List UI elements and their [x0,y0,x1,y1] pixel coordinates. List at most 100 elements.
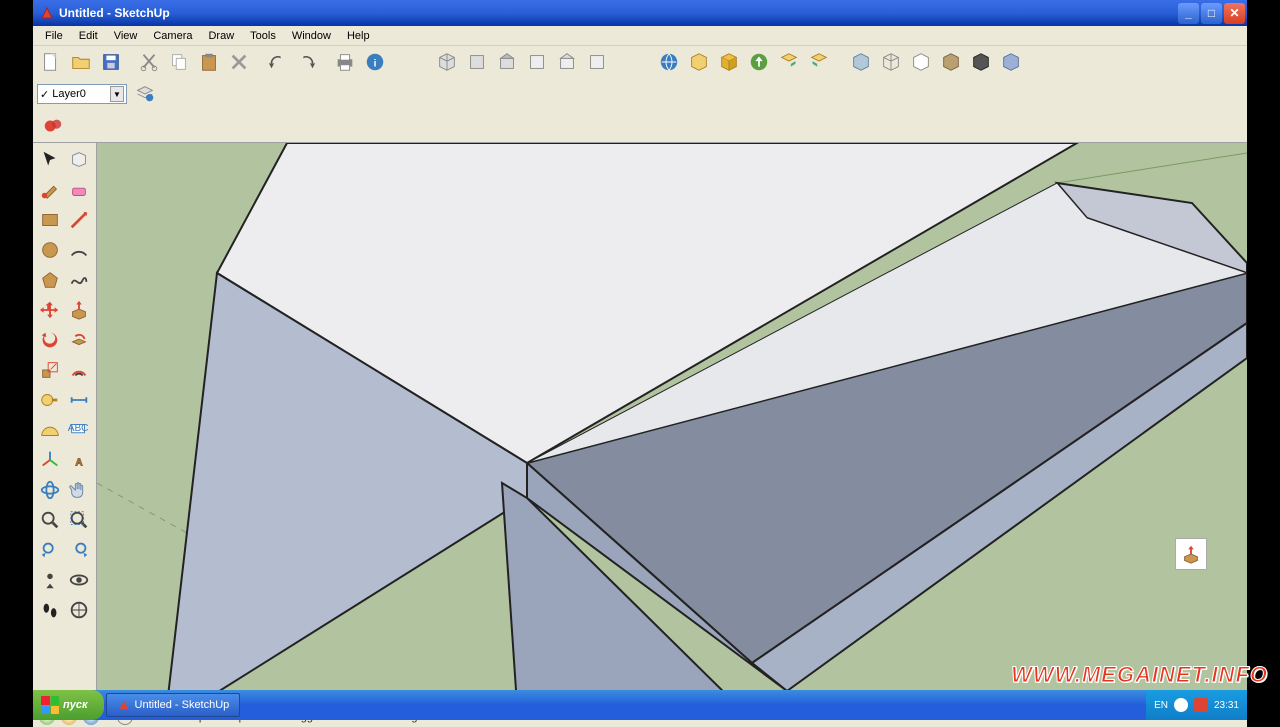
maximize-button[interactable]: □ [1201,3,1222,24]
start-button[interactable]: пуск [33,690,104,720]
tray-clock[interactable]: 23:31 [1214,700,1239,711]
system-tray: EN 23:31 [1146,690,1247,720]
top-view-button[interactable] [463,48,491,76]
tray-icon-2[interactable] [1194,698,1208,712]
save-button[interactable] [97,48,125,76]
menu-draw[interactable]: Draw [200,28,242,44]
eraser-tool[interactable] [65,175,95,205]
tray-icon-1[interactable] [1174,698,1188,712]
model-info-button[interactable]: i [361,48,389,76]
position-camera-tool[interactable] [35,565,65,595]
next-view-tool[interactable] [65,535,95,565]
paste-button[interactable] [195,48,223,76]
dimension-tool[interactable] [65,385,95,415]
import-button[interactable] [805,48,833,76]
look-around-tool[interactable] [65,565,95,595]
start-label: пуск [63,699,88,711]
svg-text:i: i [374,59,377,70]
tool-palette: ABC A [33,143,97,705]
layer-current: Layer0 [52,88,86,100]
delete-button[interactable] [225,48,253,76]
paint-tool[interactable] [35,175,65,205]
menu-help[interactable]: Help [339,28,378,44]
circle-tool[interactable] [35,235,65,265]
get-models-button[interactable] [655,48,683,76]
section-tool[interactable] [65,595,95,625]
component-tool[interactable] [65,145,95,175]
hidden-line-button[interactable] [907,48,935,76]
rectangle-tool[interactable] [35,205,65,235]
menu-edit[interactable]: Edit [71,28,106,44]
open-file-button[interactable] [67,48,95,76]
undo-button[interactable] [263,48,291,76]
xray-button[interactable] [847,48,875,76]
export-button[interactable] [775,48,803,76]
taskbar-app-button[interactable]: Untitled - SketchUp [106,693,241,717]
back-view-button[interactable] [553,48,581,76]
main-toolbar: i ✓ Layer0 [33,46,1247,143]
wireframe-button[interactable] [877,48,905,76]
minimize-button[interactable]: _ [1178,3,1199,24]
text-tool[interactable]: ABC [65,415,95,445]
menu-view[interactable]: View [106,28,146,44]
scale-tool[interactable] [35,355,65,385]
titlebar: Untitled - SketchUp _ □ ✕ [33,0,1247,26]
cut-button[interactable] [135,48,163,76]
menu-window[interactable]: Window [284,28,339,44]
iso-view-button[interactable] [433,48,461,76]
monochrome-button[interactable] [997,48,1025,76]
left-view-button[interactable] [583,48,611,76]
previous-view-tool[interactable] [35,535,65,565]
zoom-window-tool[interactable] [65,505,95,535]
window-title: Untitled - SketchUp [59,6,1178,20]
shaded-button[interactable] [937,48,965,76]
freehand-tool[interactable] [65,265,95,295]
front-view-button[interactable] [493,48,521,76]
offset-tool[interactable] [65,355,95,385]
svg-text:A: A [76,458,84,469]
menubar: File Edit View Camera Draw Tools Window … [33,26,1247,46]
layer-dropdown[interactable]: ✓ Layer0 ▼ [37,84,127,104]
zoom-tool[interactable] [35,505,65,535]
warehouse-button[interactable] [715,48,743,76]
menu-camera[interactable]: Camera [145,28,200,44]
menu-tools[interactable]: Tools [242,28,284,44]
dropdown-arrow-icon: ▼ [110,86,124,102]
move-tool[interactable] [35,295,65,325]
pushpull-cursor-icon [1175,538,1207,570]
arc-tool[interactable] [65,235,95,265]
line-tool[interactable] [65,205,95,235]
print-button[interactable] [331,48,359,76]
3dtext-tool[interactable]: A [65,445,95,475]
viewport-3d[interactable] [97,143,1247,705]
axes-tool[interactable] [35,445,65,475]
svg-text:ABC: ABC [68,423,88,434]
select-tool[interactable] [35,145,65,175]
pushpull-tool[interactable] [65,295,95,325]
taskbar-app-label: Untitled - SketchUp [135,699,230,711]
menu-file[interactable]: File [37,28,71,44]
right-view-button[interactable] [523,48,551,76]
rotate-tool[interactable] [35,325,65,355]
tape-tool[interactable] [35,385,65,415]
polygon-tool[interactable] [35,265,65,295]
new-file-button[interactable] [37,48,65,76]
walk-tool[interactable] [35,595,65,625]
layer-manager-button[interactable] [131,80,159,108]
plugin-button[interactable] [39,112,67,140]
watermark: WWW.MEGAINET.INFO [1011,662,1268,688]
upload-button[interactable] [745,48,773,76]
shaded-textures-button[interactable] [967,48,995,76]
share-model-button[interactable] [685,48,713,76]
pan-tool[interactable] [65,475,95,505]
scene-render [97,143,1247,705]
redo-button[interactable] [293,48,321,76]
tray-lang[interactable]: EN [1154,700,1168,711]
orbit-tool[interactable] [35,475,65,505]
windows-logo-icon [41,696,59,714]
followme-tool[interactable] [65,325,95,355]
protractor-tool[interactable] [35,415,65,445]
copy-button[interactable] [165,48,193,76]
close-button[interactable]: ✕ [1224,3,1245,24]
app-icon [39,5,55,21]
